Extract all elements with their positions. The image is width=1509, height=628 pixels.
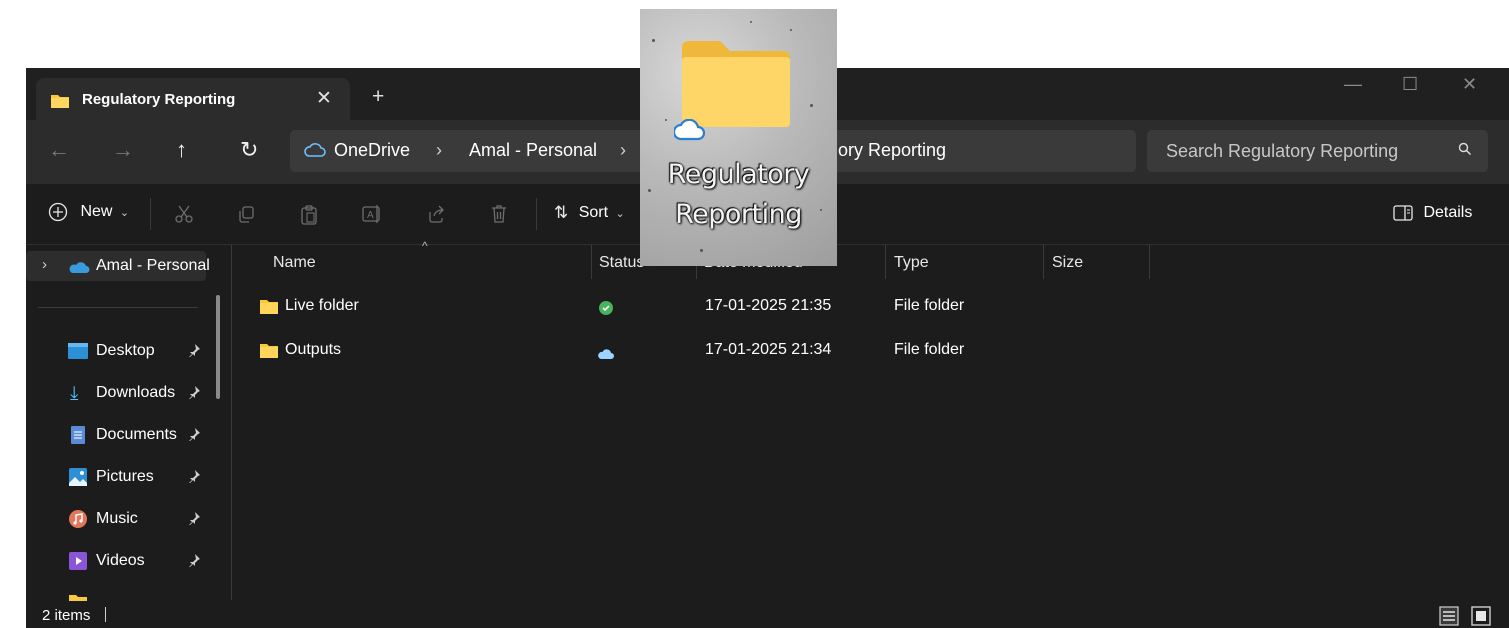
plus-icon[interactable]: +: [372, 86, 384, 107]
plus-circle-icon: [48, 202, 68, 222]
download-icon: ⤓: [70, 383, 79, 404]
pane-divider: [231, 245, 232, 600]
documents-icon: [71, 426, 85, 449]
file-date: 17-01-2025 21:35: [705, 297, 832, 314]
copy-icon[interactable]: [236, 204, 256, 229]
item-count: 2 items: [42, 607, 91, 624]
sidebar-item-downloads[interactable]: ⤓ Downloads: [26, 378, 216, 408]
chevron-down-icon: ⌄: [615, 207, 625, 220]
floating-label-line2: Reporting: [675, 199, 802, 230]
details-view-icon[interactable]: [1439, 606, 1459, 628]
pin-icon[interactable]: [187, 553, 201, 572]
search-placeholder: Search Regulatory Reporting: [1166, 141, 1399, 161]
cloud-icon: [304, 142, 326, 163]
back-icon[interactable]: ←: [48, 138, 70, 162]
column-header-name[interactable]: Name: [273, 254, 316, 272]
up-icon[interactable]: ↑: [176, 138, 187, 162]
desktop-icon: [68, 343, 88, 364]
synced-check-icon: [599, 301, 613, 320]
search-box[interactable]: Search Regulatory Reporting: [1147, 130, 1488, 172]
column-header-status[interactable]: Status: [599, 254, 644, 272]
new-label: New: [80, 203, 113, 220]
pin-icon[interactable]: [187, 469, 201, 488]
pin-icon[interactable]: [187, 511, 201, 530]
chevron-right-icon[interactable]: ›: [42, 256, 47, 273]
divider: [105, 607, 106, 622]
videos-icon: [69, 552, 87, 575]
sidebar-item-partial[interactable]: [26, 587, 216, 601]
search-icon[interactable]: [1458, 142, 1472, 161]
cut-icon[interactable]: [174, 204, 194, 229]
file-name: Live folder: [285, 297, 359, 314]
pin-icon[interactable]: [187, 343, 201, 362]
details-label: Details: [1423, 204, 1473, 221]
minimize-icon[interactable]: —: [1344, 74, 1362, 95]
svg-text:A: A: [367, 210, 374, 221]
table-row[interactable]: Live folder 17-01-2025 21:35 File folder: [233, 288, 1233, 324]
floating-label-line1: Regulatory: [667, 159, 810, 190]
rename-icon[interactable]: A: [361, 204, 383, 229]
sidebar-scrollbar[interactable]: [216, 295, 220, 399]
sidebar-item-label: Documents: [96, 426, 177, 443]
sidebar-item-label: Amal - Personal: [96, 257, 210, 274]
breadcrumb-amal-personal[interactable]: Amal - Personal: [469, 140, 597, 161]
close-icon[interactable]: ✕: [316, 87, 332, 110]
file-list: ^ Name Status Date modified Type Size Li…: [233, 239, 1509, 600]
sort-icon: ⇅: [554, 203, 569, 222]
online-cloud-icon: [598, 346, 614, 364]
window-close-icon[interactable]: ✕: [1462, 74, 1477, 95]
tab-regulatory-reporting[interactable]: Regulatory Reporting ✕: [36, 78, 350, 120]
sidebar-item-label: Desktop: [96, 342, 155, 359]
new-button[interactable]: New ⌄: [48, 202, 129, 222]
details-pane-icon: [1393, 205, 1413, 221]
sidebar-item-label: Downloads: [96, 384, 176, 401]
sidebar-item-pictures[interactable]: Pictures: [26, 462, 216, 492]
pictures-icon: [69, 468, 87, 491]
onedrive-icon: [68, 260, 90, 278]
file-date: 17-01-2025 21:34: [705, 341, 832, 358]
sort-button[interactable]: ⇅ Sort ⌄: [554, 203, 625, 223]
sidebar-item-label: Music: [96, 510, 138, 527]
folder-icon: [50, 93, 70, 114]
refresh-icon[interactable]: ↻: [240, 138, 258, 162]
sidebar-item-label: Videos: [96, 552, 145, 569]
sidebar-item-videos[interactable]: Videos: [26, 546, 216, 576]
music-icon: [69, 510, 87, 533]
folder-icon: [259, 299, 279, 320]
divider: [38, 307, 198, 308]
sidebar-item-onedrive[interactable]: › Amal - Personal: [26, 251, 210, 281]
navigation-pane: › Amal - Personal Desktop ⤓ Downloads Do…: [26, 245, 232, 601]
sidebar-item-desktop[interactable]: Desktop: [26, 336, 216, 366]
column-header-size[interactable]: Size: [1052, 254, 1083, 272]
pin-icon[interactable]: [187, 427, 201, 446]
chevron-right-icon: ›: [436, 140, 442, 160]
tab-title: Regulatory Reporting: [82, 91, 236, 108]
paste-icon[interactable]: [299, 204, 319, 231]
forward-icon[interactable]: →: [112, 138, 134, 162]
table-row[interactable]: Outputs 17-01-2025 21:34 File folder: [233, 332, 1233, 368]
file-type: File folder: [894, 297, 965, 314]
dragged-folder-icon[interactable]: Regulatory Reporting: [640, 9, 837, 266]
details-button[interactable]: Details: [1393, 204, 1472, 222]
chevron-right-icon: ›: [620, 140, 626, 160]
share-icon[interactable]: [426, 204, 446, 229]
folder-icon: [259, 343, 279, 364]
sidebar-item-music[interactable]: Music: [26, 504, 216, 534]
pin-icon[interactable]: [187, 385, 201, 404]
chevron-down-icon: ⌄: [119, 206, 130, 219]
breadcrumb-onedrive[interactable]: OneDrive: [334, 140, 410, 161]
breadcrumb-regulatory-reporting[interactable]: ory Reporting: [838, 140, 946, 161]
tiles-view-icon[interactable]: [1471, 606, 1491, 628]
sidebar-item-documents[interactable]: Documents: [26, 420, 216, 450]
status-bar: 2 items: [26, 600, 1509, 628]
maximize-icon[interactable]: ☐: [1402, 74, 1418, 95]
sidebar-item-label: Pictures: [96, 468, 154, 485]
column-header-type[interactable]: Type: [894, 254, 929, 272]
cloud-status-icon: [672, 118, 706, 146]
sort-label: Sort: [578, 204, 609, 221]
file-name: Outputs: [285, 341, 342, 358]
delete-icon[interactable]: [489, 204, 509, 229]
sort-ascending-icon: ^: [422, 239, 428, 253]
file-type: File folder: [894, 341, 965, 358]
